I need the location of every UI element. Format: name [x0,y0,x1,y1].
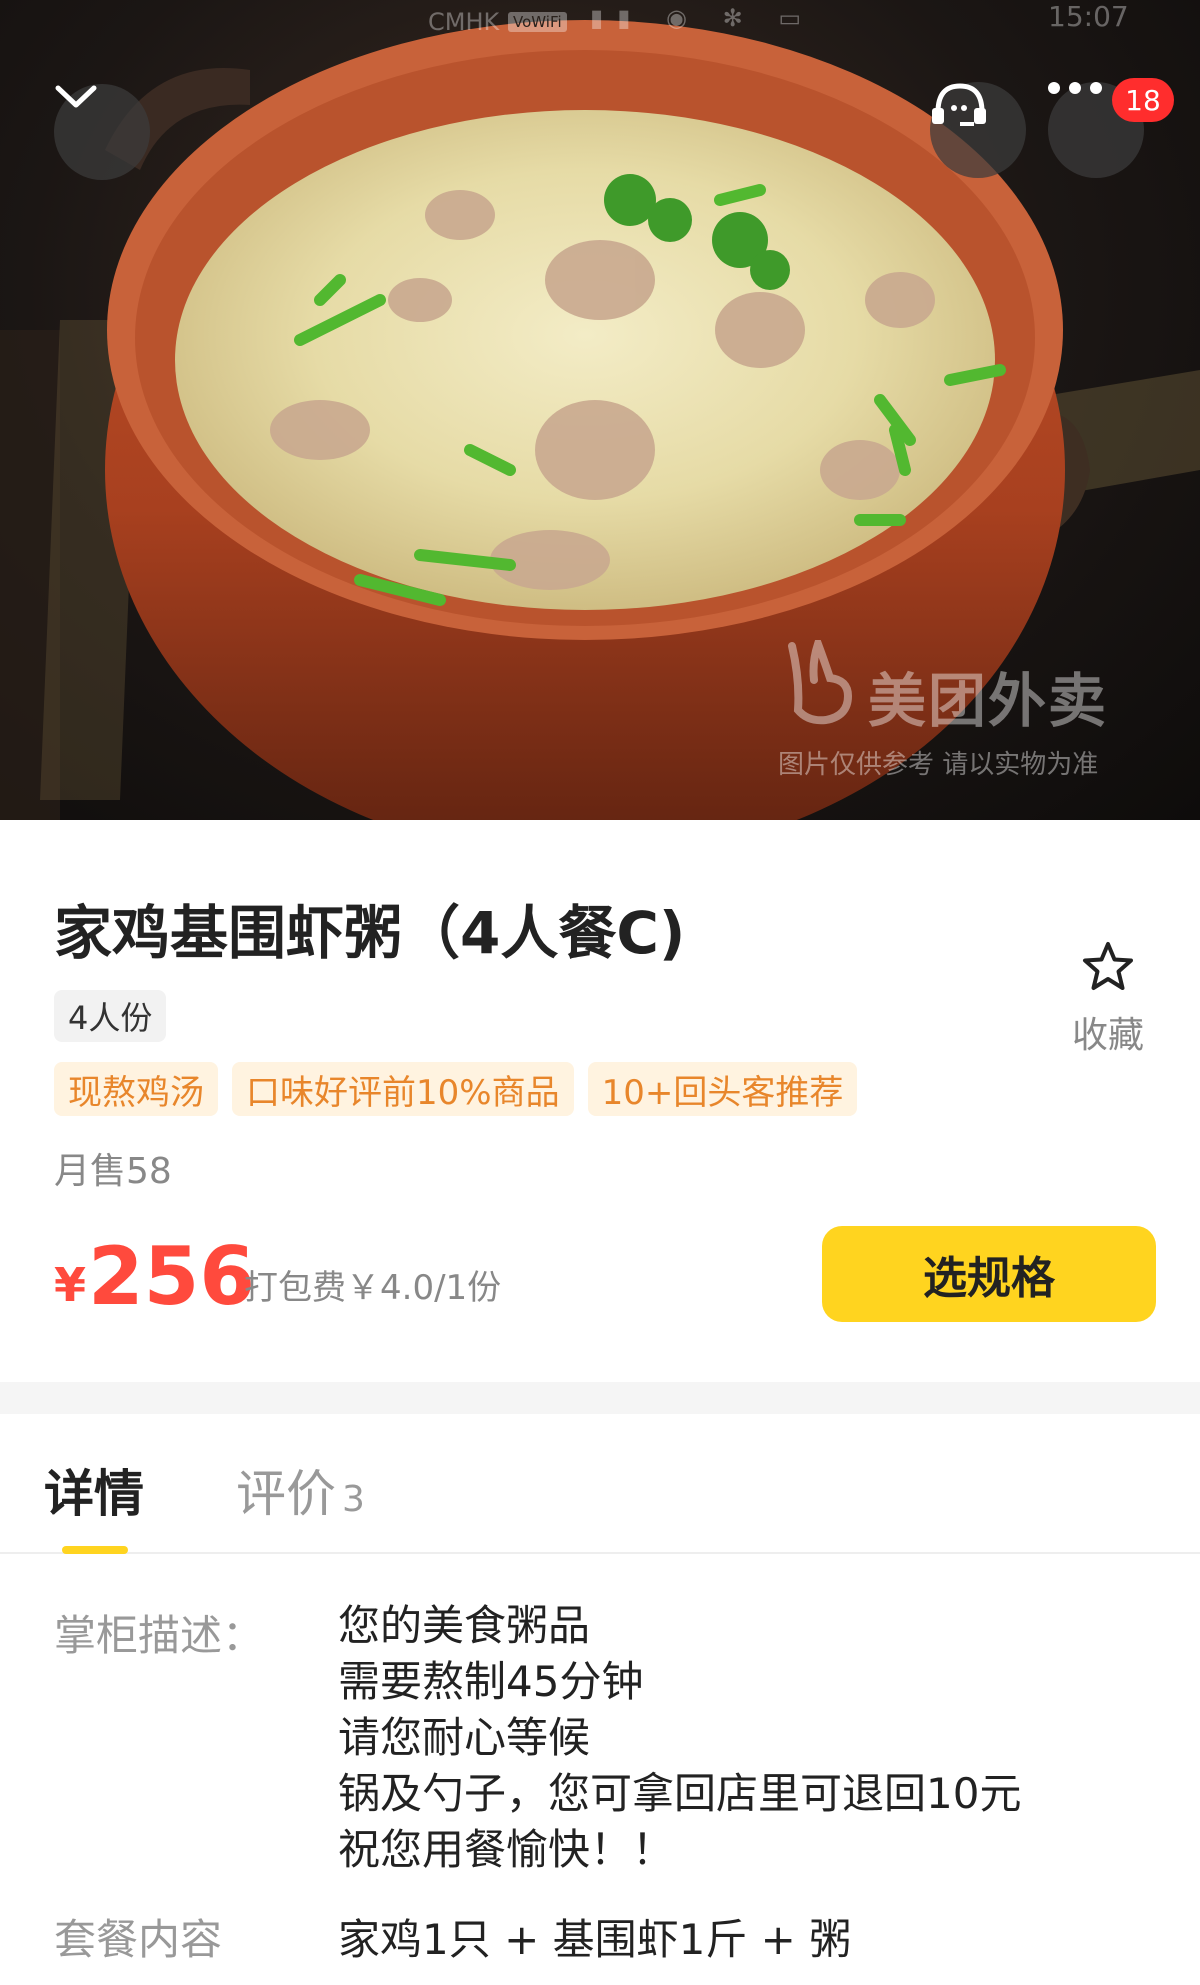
detail-tabs: 详情 评价 3 [0,1414,1200,1554]
active-tab-indicator [62,1546,128,1554]
tab-review-label: 评价 [236,1465,336,1523]
price-value: 256 [88,1230,255,1323]
description-line: 请您耐心等候 [338,1713,591,1762]
back-button[interactable] [54,84,150,180]
tab-detail[interactable]: 详情 [44,1454,144,1526]
more-dots-icon [1048,82,1102,94]
product-image[interactable]: CMHK VoWiFi ▮▮ ◉ ✻ ▭ 15:07 18 美团外卖 图片仅供参… [0,0,1200,820]
kangaroo-logo-icon [788,640,853,725]
clock: 15:07 [1048,0,1129,33]
carrier-label: CMHK [428,8,500,36]
description-label: 掌柜描述： [54,1611,265,1660]
tag-item: 现熬鸡汤 [54,1062,218,1116]
select-spec-button[interactable]: 选规格 [822,1226,1156,1322]
tag-item: 10+回头客推荐 [587,1062,858,1116]
customer-service-icon [932,83,986,126]
description-line: 需要熬制45分钟 [338,1657,644,1706]
combo-label: 套餐内容 [54,1915,223,1964]
portion-badge: 4人份 [54,990,167,1042]
description-line: 锅及勺子，您可拿回店里可退回10元 [338,1769,1022,1818]
description-line: 您的美食粥品 [338,1601,591,1650]
watermark-brand: 美团外卖 [868,667,1109,735]
star-icon [1083,942,1133,990]
packaging-fee: 打包费￥4.0/1份 [244,1268,502,1308]
tag-item: 口味好评前10%商品 [232,1062,574,1116]
watermark-note: 图片仅供参考 请以实物为准 [778,750,1099,780]
description-text: 您的美食粥品 需要熬制45分钟 请您耐心等候 锅及勺子，您可拿回店里可退回10元… [338,1598,1021,1878]
signal-icons: ▮▮ ◉ ✻ ▭ [590,4,816,32]
currency-symbol: ¥ [54,1258,87,1312]
section-divider [0,1382,1200,1414]
chevron-down-icon [55,85,97,108]
notification-badge: 18 [1112,78,1174,122]
review-count: 3 [342,1479,365,1520]
tab-review[interactable]: 评价 3 [236,1454,365,1526]
description-line: 祝您用餐愉快！！ [338,1825,675,1874]
monthly-sales: 月售58 [54,1151,172,1192]
product-tags: 现熬鸡汤 口味好评前10%商品 10+回头客推荐 [54,1062,858,1116]
status-bar: CMHK VoWiFi ▮▮ ◉ ✻ ▭ 15:07 [0,0,1200,40]
combo-value: 家鸡1只 + 基围虾1斤 + 粥 [338,1915,852,1964]
favorite-button[interactable]: 收藏 [1064,940,1152,1058]
favorite-label: 收藏 [1071,1015,1144,1056]
product-title: 家鸡基围虾粥（4人餐C) [54,899,686,967]
customer-service-button[interactable] [930,82,1026,178]
vowifi-badge: VoWiFi [508,12,567,32]
